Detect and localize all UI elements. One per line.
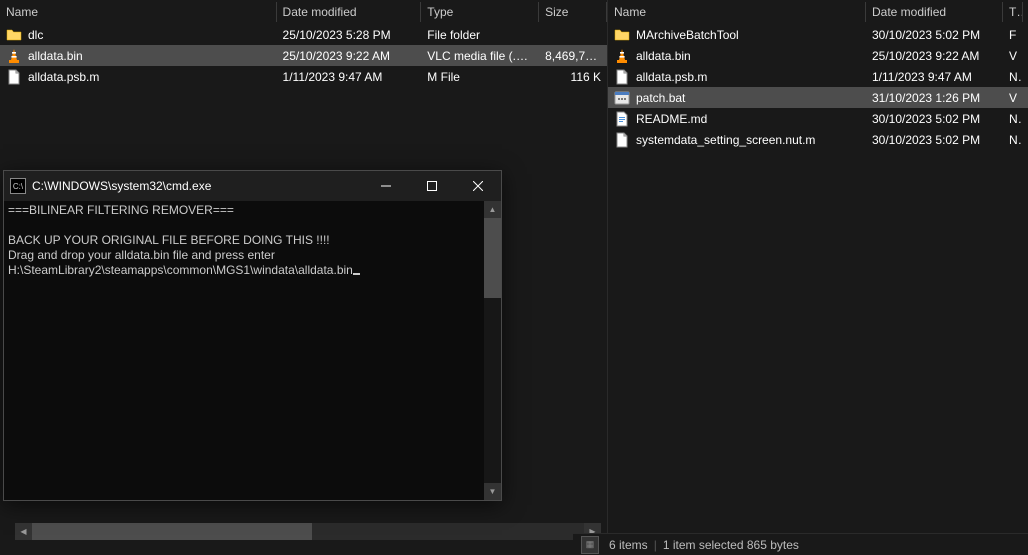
scroll-down-arrow[interactable]: ▼: [484, 483, 501, 500]
cmd-window[interactable]: C:\ C:\WINDOWS\system32\cmd.exe ===BILIN…: [3, 170, 502, 501]
maximize-button[interactable]: [409, 171, 455, 201]
file-name: README.md: [636, 112, 707, 126]
right-file-pane: Name Date modified T MArchiveBatchTool 30…: [608, 0, 1028, 555]
cell-name: dlc: [0, 25, 277, 45]
cmd-icon: C:\: [10, 178, 26, 194]
cell-date: 25/10/2023 9:22 AM: [866, 47, 1003, 65]
col-size[interactable]: Size: [539, 2, 607, 22]
cell-date: 25/10/2023 5:28 PM: [277, 26, 422, 44]
file-name: dlc: [28, 28, 43, 42]
cell-date: 31/10/2023 1:26 PM: [866, 89, 1003, 107]
cmd-title-text: C:\WINDOWS\system32\cmd.exe: [32, 179, 363, 193]
file-row[interactable]: patch.bat 31/10/2023 1:26 PMV: [608, 87, 1028, 108]
folder-icon: [614, 27, 630, 43]
cell-size: 8,469,744 K: [539, 47, 607, 65]
cell-type: N: [1003, 110, 1023, 128]
details-view-icon[interactable]: ▦: [581, 536, 599, 554]
file-row[interactable]: alldata.psb.m 1/11/2023 9:47 AMM File116 …: [0, 66, 607, 87]
scroll-thumb[interactable]: [32, 523, 312, 540]
col-name[interactable]: Name: [0, 2, 277, 22]
cell-date: 30/10/2023 5:02 PM: [866, 26, 1003, 44]
cell-type: V: [1003, 89, 1023, 107]
cell-date: 30/10/2023 5:02 PM: [866, 110, 1003, 128]
file-row[interactable]: README.md 30/10/2023 5:02 PMN: [608, 108, 1028, 129]
cell-date: 25/10/2023 9:22 AM: [277, 47, 422, 65]
file-row[interactable]: alldata.psb.m 1/11/2023 9:47 AMN: [608, 66, 1028, 87]
scroll-up-arrow[interactable]: ▲: [484, 201, 501, 218]
cmd-cursor: [353, 273, 360, 275]
col-date[interactable]: Date modified: [277, 2, 422, 22]
scroll-track[interactable]: [32, 523, 584, 540]
cmd-output[interactable]: ===BILINEAR FILTERING REMOVER=== BACK UP…: [4, 201, 501, 500]
file-name: patch.bat: [636, 91, 685, 105]
scroll-thumb[interactable]: [484, 218, 501, 298]
cell-type: File folder: [421, 26, 539, 44]
status-bar: ▦ 6 items | 1 item selected 865 bytes: [573, 533, 1028, 555]
cmd-titlebar[interactable]: C:\ C:\WINDOWS\system32\cmd.exe: [4, 171, 501, 201]
status-separator: |: [654, 538, 657, 552]
cell-type: V: [1003, 47, 1023, 65]
vlc-icon: [6, 48, 22, 64]
folder-icon: [6, 27, 22, 43]
cell-type: N: [1003, 131, 1023, 149]
file-row[interactable]: MArchiveBatchTool 30/10/2023 5:02 PMF: [608, 24, 1028, 45]
cell-name: MArchiveBatchTool: [608, 25, 866, 45]
file-row[interactable]: alldata.bin 25/10/2023 9:22 AMV: [608, 45, 1028, 66]
left-file-list[interactable]: dlc25/10/2023 5:28 PMFile folderalldata.…: [0, 24, 607, 87]
col-type[interactable]: Type: [421, 2, 539, 22]
file-name: alldata.bin: [636, 49, 691, 63]
file-icon: [614, 132, 630, 148]
horizontal-scrollbar[interactable]: ◀ ▶: [15, 523, 601, 540]
cmd-vertical-scrollbar[interactable]: ▲ ▼: [484, 201, 501, 500]
col-date[interactable]: Date modified: [866, 2, 1003, 22]
file-name: alldata.psb.m: [636, 70, 707, 84]
col-type[interactable]: T: [1003, 2, 1023, 22]
close-button[interactable]: [455, 171, 501, 201]
col-name[interactable]: Name: [608, 2, 866, 22]
cell-date: 30/10/2023 5:02 PM: [866, 131, 1003, 149]
file-icon: [6, 69, 22, 85]
file-name: alldata.psb.m: [28, 70, 99, 84]
cell-type: N: [1003, 68, 1023, 86]
file-name: alldata.bin: [28, 49, 83, 63]
left-column-header: Name Date modified Type Size: [0, 0, 607, 24]
cell-size: [539, 33, 607, 37]
cell-name: README.md: [608, 109, 866, 129]
cell-name: alldata.psb.m: [0, 67, 277, 87]
file-row[interactable]: dlc 25/10/2023 5:28 PMFile folder: [0, 24, 607, 45]
status-selection: 1 item selected 865 bytes: [663, 538, 799, 552]
md-icon: [614, 111, 630, 127]
right-column-header: Name Date modified T: [608, 0, 1028, 24]
minimize-button[interactable]: [363, 171, 409, 201]
right-file-list[interactable]: MArchiveBatchTool30/10/2023 5:02 PMFalld…: [608, 24, 1028, 150]
file-name: systemdata_setting_screen.nut.m: [636, 133, 815, 147]
cell-name: alldata.psb.m: [608, 67, 866, 87]
status-item-count: 6 items: [609, 538, 648, 552]
scroll-left-arrow[interactable]: ◀: [15, 523, 32, 540]
vlc-icon: [614, 48, 630, 64]
cell-name: alldata.bin: [0, 46, 277, 66]
cell-type: F: [1003, 26, 1023, 44]
cell-type: VLC media file (.bi…: [421, 47, 539, 65]
cell-name: alldata.bin: [608, 46, 866, 66]
file-row[interactable]: alldata.bin 25/10/2023 9:22 AMVLC media f…: [0, 45, 607, 66]
cell-size: 116 K: [539, 68, 607, 86]
cell-date: 1/11/2023 9:47 AM: [277, 68, 422, 86]
cell-name: patch.bat: [608, 88, 866, 108]
file-name: MArchiveBatchTool: [636, 28, 739, 42]
cell-name: systemdata_setting_screen.nut.m: [608, 130, 866, 150]
cell-type: M File: [421, 68, 539, 86]
file-icon: [614, 69, 630, 85]
bat-icon: [614, 90, 630, 106]
cell-date: 1/11/2023 9:47 AM: [866, 68, 1003, 86]
file-row[interactable]: systemdata_setting_screen.nut.m 30/10/202…: [608, 129, 1028, 150]
